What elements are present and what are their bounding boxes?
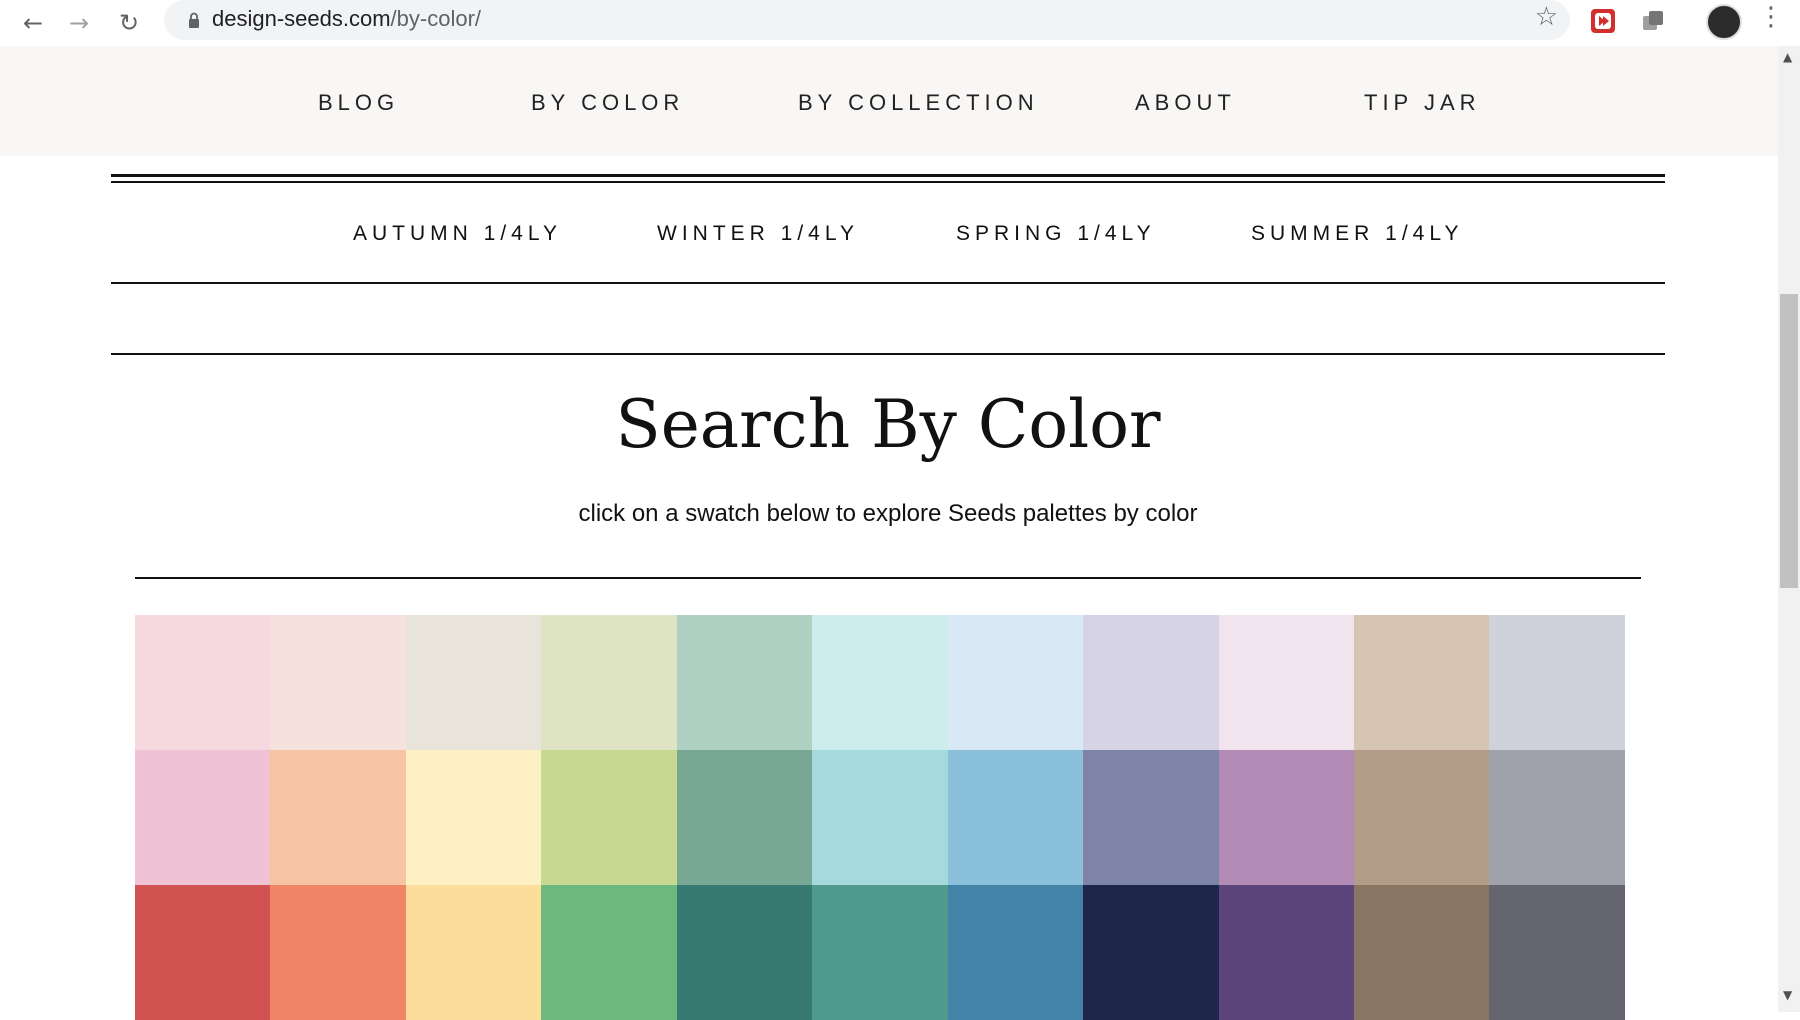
scrollbar[interactable]: ▲ ▼	[1778, 46, 1800, 1012]
color-swatch[interactable]	[947, 615, 1084, 750]
color-swatch[interactable]	[947, 885, 1084, 1020]
color-swatch[interactable]	[541, 750, 677, 885]
divider	[135, 577, 1641, 579]
extension-record-icon[interactable]	[1590, 8, 1616, 34]
subnav-autumn[interactable]: AUTUMN 1/4LY	[353, 222, 562, 246]
page-subtitle: click on a swatch below to explore Seeds…	[578, 500, 1198, 527]
color-swatch[interactable]	[1083, 615, 1219, 750]
address-bar[interactable]: design-seeds.com/by-color/ ☆	[164, 0, 1570, 40]
color-swatch[interactable]	[135, 615, 271, 750]
color-swatch[interactable]	[1218, 615, 1354, 750]
color-swatch[interactable]	[1489, 615, 1625, 750]
menu-kebab-icon[interactable]: ⋮	[1758, 2, 1784, 32]
color-swatch[interactable]	[1353, 615, 1490, 750]
divider	[111, 174, 1665, 177]
color-swatch[interactable]	[405, 885, 542, 1020]
nav-by-color[interactable]: BY COLOR	[531, 90, 684, 116]
color-swatch[interactable]	[676, 615, 813, 750]
nav-blog[interactable]: BLOG	[318, 90, 399, 116]
lock-icon	[189, 12, 199, 28]
divider	[111, 282, 1665, 284]
url-host: design-seeds.com	[212, 6, 391, 31]
color-swatch[interactable]	[1083, 885, 1219, 1020]
color-swatch-grid	[135, 615, 1625, 1020]
color-swatch[interactable]	[1489, 750, 1625, 885]
color-swatch[interactable]	[1353, 885, 1490, 1020]
page-title: Search By Color	[615, 386, 1161, 463]
divider	[111, 181, 1665, 183]
profile-avatar[interactable]	[1706, 4, 1742, 40]
back-icon[interactable]: ←	[14, 4, 52, 42]
color-swatch[interactable]	[1083, 750, 1219, 885]
subnav-winter[interactable]: WINTER 1/4LY	[657, 222, 859, 246]
nav-by-collection[interactable]: BY COLLECTION	[798, 90, 1039, 116]
subnav-summer[interactable]: SUMMER 1/4LY	[1251, 222, 1464, 246]
bookmark-star-icon[interactable]: ☆	[1535, 2, 1558, 32]
color-swatch[interactable]	[1218, 885, 1354, 1020]
color-swatch[interactable]	[270, 885, 406, 1020]
nav-tip-jar[interactable]: TIP JAR	[1364, 90, 1481, 116]
color-swatch[interactable]	[1353, 750, 1490, 885]
color-swatch[interactable]	[812, 750, 948, 885]
url-text: design-seeds.com/by-color/	[212, 6, 481, 32]
color-swatch[interactable]	[676, 885, 813, 1020]
color-swatch[interactable]	[947, 750, 1084, 885]
scroll-up-icon[interactable]: ▲	[1783, 50, 1792, 64]
color-swatch[interactable]	[135, 885, 271, 1020]
color-swatch[interactable]	[270, 615, 406, 750]
reload-icon[interactable]: ↻	[110, 4, 148, 42]
color-swatch[interactable]	[541, 615, 677, 750]
color-swatch[interactable]	[1489, 885, 1625, 1020]
scroll-thumb[interactable]	[1780, 294, 1798, 588]
color-swatch[interactable]	[135, 750, 271, 885]
color-swatch[interactable]	[676, 750, 813, 885]
browser-toolbar: ← → ↻ design-seeds.com/by-color/ ☆ ⋮	[0, 0, 1800, 47]
nav-about[interactable]: ABOUT	[1135, 90, 1236, 116]
color-swatch[interactable]	[405, 615, 542, 750]
scroll-down-icon[interactable]: ▼	[1783, 988, 1792, 1002]
color-swatch[interactable]	[405, 750, 542, 885]
color-swatch[interactable]	[812, 615, 948, 750]
forward-icon[interactable]: →	[60, 4, 98, 42]
divider	[111, 353, 1665, 355]
subnav-spring[interactable]: SPRING 1/4LY	[956, 222, 1156, 246]
color-swatch[interactable]	[1218, 750, 1354, 885]
main-navigation: BLOG BY COLOR BY COLLECTION ABOUT TIP JA…	[0, 46, 1778, 156]
color-swatch[interactable]	[541, 885, 677, 1020]
color-swatch[interactable]	[270, 750, 406, 885]
url-path: /by-color/	[390, 6, 482, 31]
extension-puzzle-icon[interactable]	[1640, 8, 1666, 34]
color-swatch[interactable]	[812, 885, 948, 1020]
